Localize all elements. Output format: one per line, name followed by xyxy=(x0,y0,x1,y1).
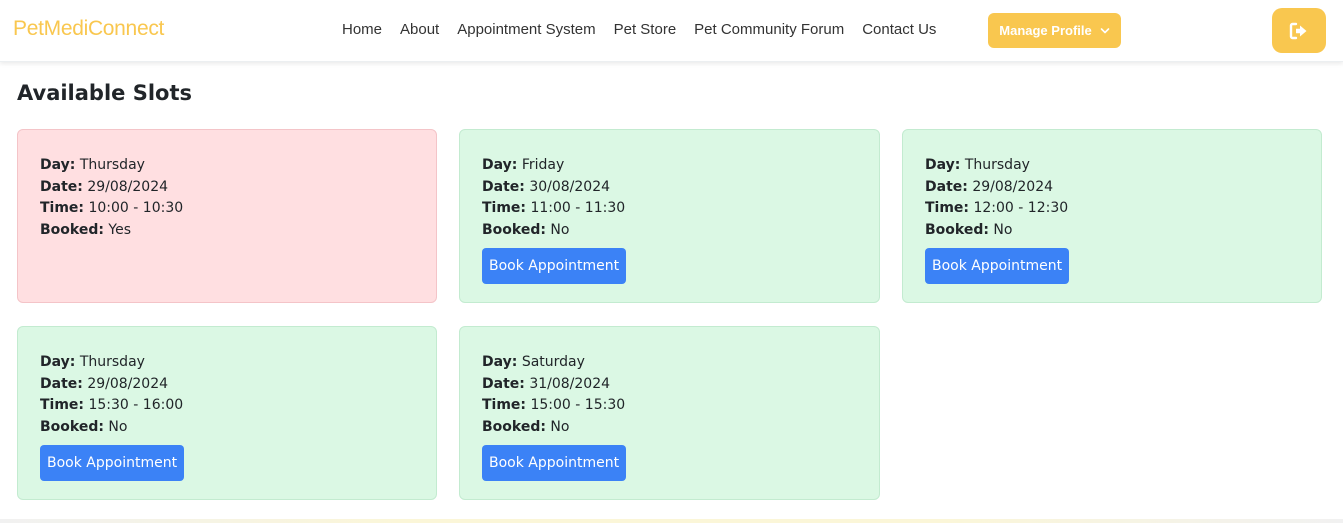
time-value: 15:30 - 16:00 xyxy=(88,397,184,413)
booked-label: Booked: xyxy=(482,221,546,238)
slots-grid: Day: Thursday Date: 29/08/2024 Time: 10:… xyxy=(17,129,1322,500)
date-value: 30/08/2024 xyxy=(529,178,611,195)
booked-label: Booked: xyxy=(40,418,104,435)
nav-link-pet-store[interactable]: Pet Store xyxy=(614,21,677,38)
slot-card: Day: Thursday Date: 29/08/2024 Time: 10:… xyxy=(17,129,437,303)
navbar: PetMediConnect Home About Appointment Sy… xyxy=(0,0,1343,62)
slot-date: Date: 29/08/2024 xyxy=(40,374,414,396)
day-label: Day: xyxy=(482,354,518,370)
time-label: Time: xyxy=(40,200,85,216)
booked-value: No xyxy=(108,418,128,435)
nav-link-appointment-system[interactable]: Appointment System xyxy=(457,21,595,38)
book-appointment-button[interactable]: Book Appointment xyxy=(40,445,185,481)
manage-profile-label: Manage Profile xyxy=(999,23,1092,38)
logout-button[interactable] xyxy=(1272,8,1326,53)
slot-time: Time: 15:30 - 16:00 xyxy=(40,395,414,417)
nav-link-about[interactable]: About xyxy=(400,21,439,38)
slot-booked: Booked: No xyxy=(40,417,414,439)
time-value: 12:00 - 12:30 xyxy=(973,200,1069,216)
slot-time: Time: 15:00 - 15:30 xyxy=(482,395,857,417)
slot-day: Day: Friday xyxy=(482,155,857,177)
day-value: Friday xyxy=(521,157,565,173)
date-label: Date: xyxy=(925,178,968,195)
chevron-down-icon xyxy=(1100,27,1110,33)
slot-card: Day: Friday Date: 30/08/2024 Time: 11:00… xyxy=(459,129,880,303)
slot-booked: Booked: Yes xyxy=(40,220,414,242)
slot-day: Day: Thursday xyxy=(925,155,1299,177)
day-value: Thursday xyxy=(964,157,1030,173)
date-label: Date: xyxy=(482,178,525,195)
page-title: Available Slots xyxy=(17,81,193,105)
slot-day: Day: Thursday xyxy=(40,155,414,177)
slot-date: Date: 30/08/2024 xyxy=(482,177,857,199)
day-value: Thursday xyxy=(79,157,145,173)
footer-divider xyxy=(0,519,1343,523)
slot-card: Day: Thursday Date: 29/08/2024 Time: 12:… xyxy=(902,129,1322,303)
time-label: Time: xyxy=(40,397,85,413)
time-value: 15:00 - 15:30 xyxy=(530,397,626,413)
book-appointment-button[interactable]: Book Appointment xyxy=(482,248,627,284)
slot-booked: Booked: No xyxy=(482,220,857,242)
day-label: Day: xyxy=(482,157,518,173)
nav-links: Home About Appointment System Pet Store … xyxy=(342,21,954,38)
slot-day: Day: Thursday xyxy=(40,352,414,374)
day-label: Day: xyxy=(40,354,76,370)
book-appointment-button[interactable]: Book Appointment xyxy=(925,248,1070,284)
slot-booked: Booked: No xyxy=(482,417,857,439)
date-label: Date: xyxy=(40,375,83,392)
date-value: 29/08/2024 xyxy=(87,375,169,392)
date-value: 31/08/2024 xyxy=(529,375,611,392)
time-value: 10:00 - 10:30 xyxy=(88,200,184,216)
booked-value: No xyxy=(550,418,570,435)
booked-value: No xyxy=(993,221,1013,238)
date-value: 29/08/2024 xyxy=(87,178,169,195)
date-label: Date: xyxy=(482,375,525,392)
day-value: Saturday xyxy=(521,354,585,370)
slot-date: Date: 29/08/2024 xyxy=(925,177,1299,199)
day-label: Day: xyxy=(40,157,76,173)
booked-label: Booked: xyxy=(482,418,546,435)
slot-date: Date: 31/08/2024 xyxy=(482,374,857,396)
booked-label: Booked: xyxy=(925,221,989,238)
slot-day: Day: Saturday xyxy=(482,352,857,374)
booked-label: Booked: xyxy=(40,221,104,238)
day-label: Day: xyxy=(925,157,961,173)
slot-time: Time: 12:00 - 12:30 xyxy=(925,198,1299,220)
slot-date: Date: 29/08/2024 xyxy=(40,177,414,199)
slot-time: Time: 11:00 - 11:30 xyxy=(482,198,857,220)
sign-out-icon xyxy=(1289,22,1307,39)
slot-booked: Booked: No xyxy=(925,220,1299,242)
slot-card: Day: Thursday Date: 29/08/2024 Time: 15:… xyxy=(17,326,437,500)
time-value: 11:00 - 11:30 xyxy=(530,200,626,216)
date-label: Date: xyxy=(40,178,83,195)
manage-profile-button[interactable]: Manage Profile xyxy=(988,13,1121,48)
time-label: Time: xyxy=(482,200,527,216)
day-value: Thursday xyxy=(79,354,145,370)
nav-link-contact-us[interactable]: Contact Us xyxy=(862,21,936,38)
brand-logo[interactable]: PetMediConnect xyxy=(13,17,164,41)
nav-link-pet-community-forum[interactable]: Pet Community Forum xyxy=(694,21,844,38)
time-label: Time: xyxy=(925,200,970,216)
slot-time: Time: 10:00 - 10:30 xyxy=(40,198,414,220)
booked-value: Yes xyxy=(108,221,132,238)
nav-link-home[interactable]: Home xyxy=(342,21,382,38)
time-label: Time: xyxy=(482,397,527,413)
booked-value: No xyxy=(550,221,570,238)
book-appointment-button[interactable]: Book Appointment xyxy=(482,445,627,481)
slot-card: Day: Saturday Date: 31/08/2024 Time: 15:… xyxy=(459,326,880,500)
date-value: 29/08/2024 xyxy=(972,178,1054,195)
